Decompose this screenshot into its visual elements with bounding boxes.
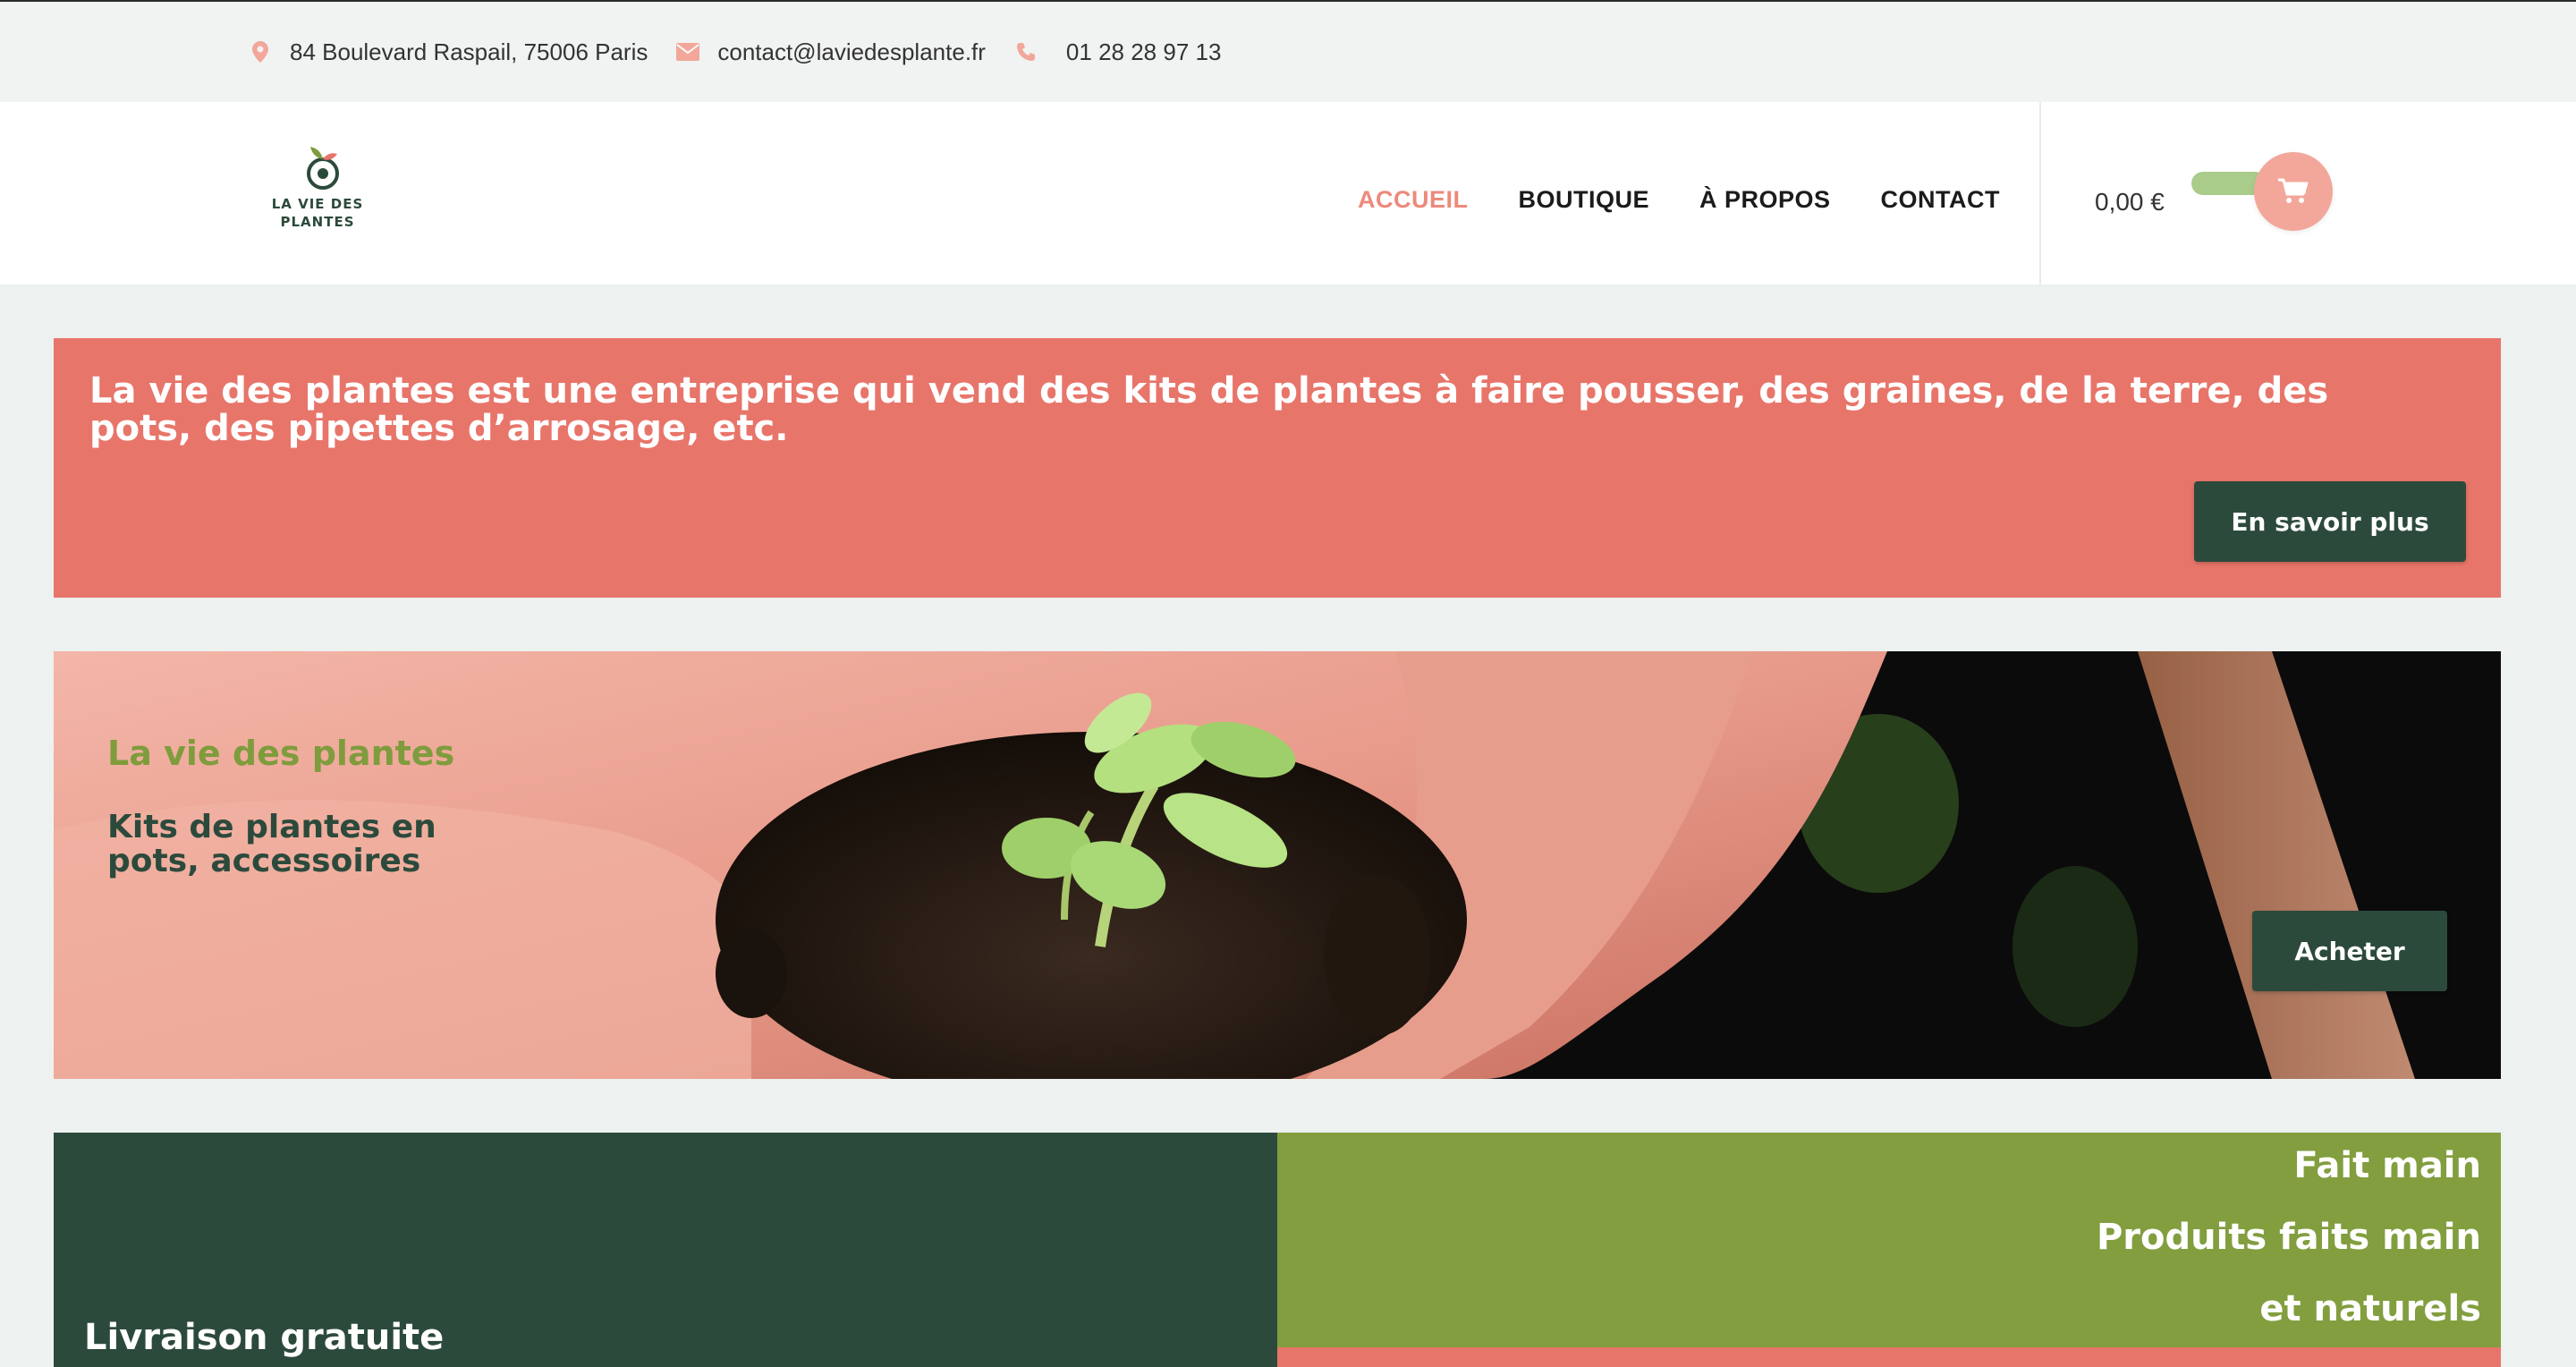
address-info: 84 Boulevard Raspail, 75006 Paris: [247, 38, 648, 66]
cart-total[interactable]: 0,00 €: [2095, 188, 2165, 217]
nav-item-accueil[interactable]: ACCUEIL: [1358, 186, 1469, 214]
phone-info[interactable]: 01 28 28 97 13: [1013, 38, 1222, 66]
cart-button[interactable]: [2254, 152, 2333, 231]
header-divider: [2039, 102, 2041, 284]
location-pin-icon: [247, 38, 274, 65]
banner-text: La vie des plantes est une entreprise qu…: [89, 370, 2329, 449]
feature-handmade: Fait main Produits faits main et naturel…: [1277, 1133, 2501, 1347]
feature-free-delivery: Livraison gratuite: [54, 1133, 1277, 1367]
top-info-bar: 84 Boulevard Raspail, 75006 Paris contac…: [0, 0, 2576, 102]
intro-banner: La vie des plantes est une entreprise qu…: [54, 338, 2501, 598]
logo-text-line1: LA VIE DES: [271, 196, 364, 212]
email-info[interactable]: contact@laviedesplante.fr: [674, 38, 986, 66]
site-header: LA VIE DES PLANTES ACCUEIL BOUTIQUE À PR…: [0, 102, 2576, 284]
handmade-line-1: Produits faits main: [2096, 1217, 2481, 1258]
envelope-icon: [674, 38, 701, 65]
learn-more-button[interactable]: En savoir plus: [2194, 481, 2466, 562]
site-logo[interactable]: LA VIE DES PLANTES: [268, 143, 367, 250]
nav-item-contact[interactable]: CONTACT: [1881, 186, 2000, 214]
nav-item-boutique[interactable]: BOUTIQUE: [1519, 186, 1650, 214]
phone-text[interactable]: 01 28 28 97 13: [1066, 38, 1222, 66]
logo-text-line2: PLANTES: [280, 214, 355, 230]
sprout-logo-icon: [307, 147, 339, 190]
phone-icon: [1013, 38, 1039, 65]
nav-item-a-propos[interactable]: À PROPOS: [1699, 186, 1831, 214]
hero-section: La vie des plantes Kits de plantes en po…: [54, 651, 2501, 1079]
handmade-title: Fait main: [2293, 1145, 2481, 1186]
free-delivery-title: Livraison gratuite: [84, 1317, 445, 1358]
hero-subtitle: Kits de plantes en pots, accessoires: [107, 809, 436, 879]
handmade-line-2: et naturels: [2259, 1288, 2481, 1329]
hero-title: La vie des plantes: [107, 734, 455, 773]
logo-text: LA VIE DES PLANTES: [272, 195, 364, 231]
address-text: 84 Boulevard Raspail, 75006 Paris: [290, 38, 648, 65]
email-text[interactable]: contact@laviedesplante.fr: [717, 38, 986, 66]
main-nav: ACCUEIL BOUTIQUE À PROPOS CONTACT: [1358, 186, 2050, 214]
shopping-cart-icon: [2278, 178, 2309, 203]
feature-accent-strip: [1277, 1347, 2501, 1367]
buy-button[interactable]: Acheter: [2252, 911, 2447, 991]
